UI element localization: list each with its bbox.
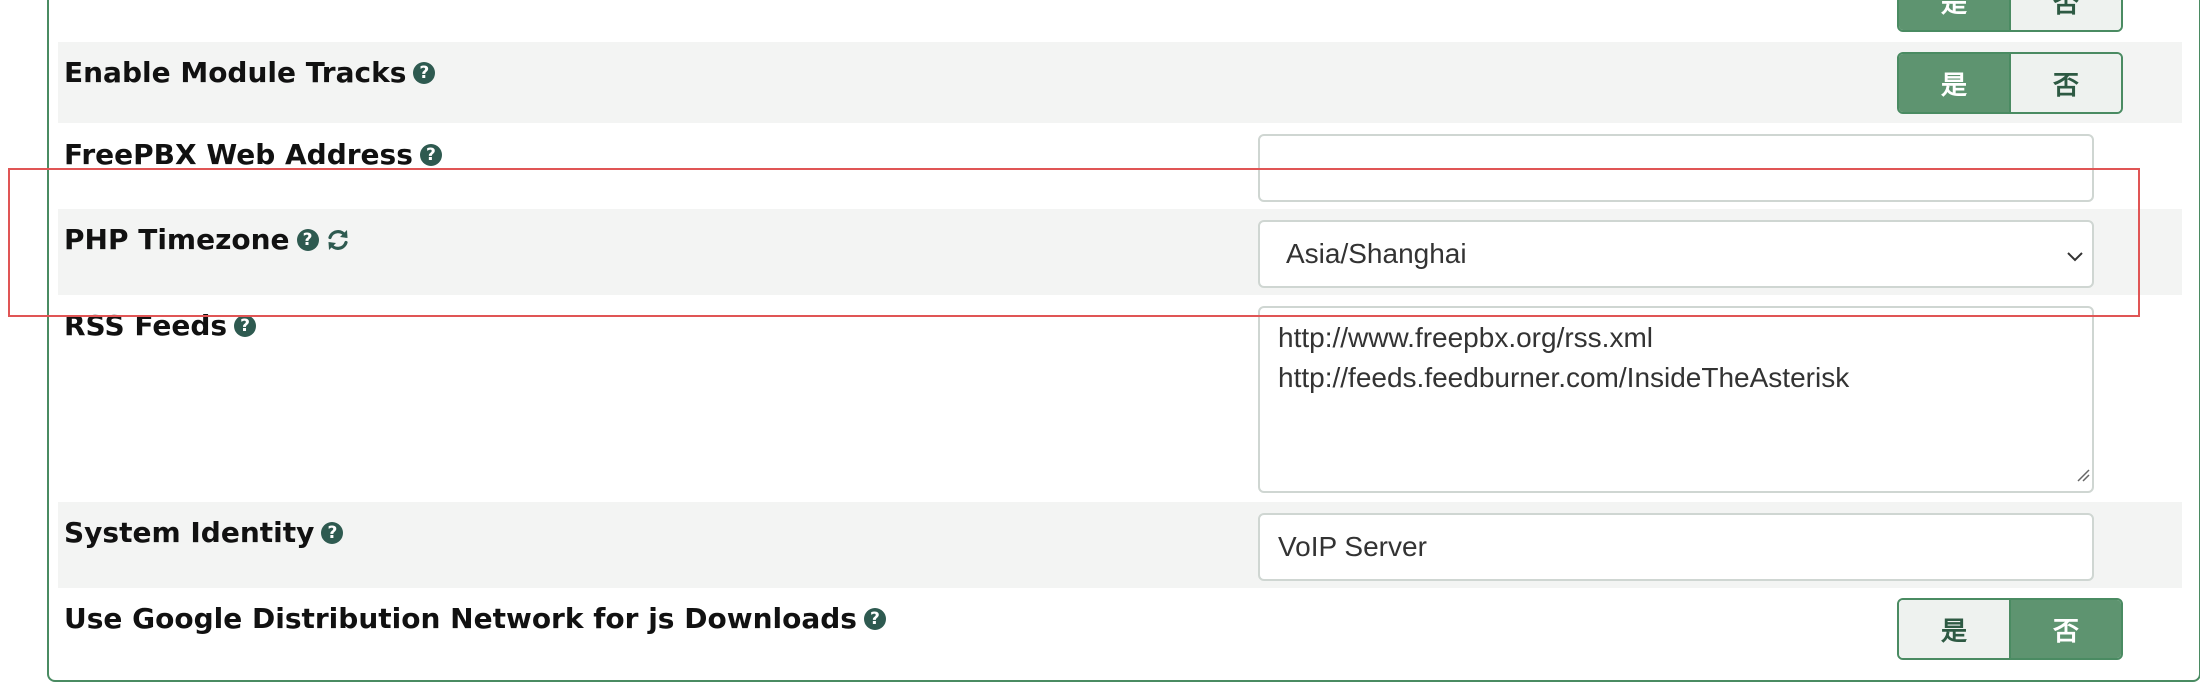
partial-toggle-no[interactable]: 否 <box>2009 0 2121 30</box>
row-google-cdn: Use Google Distribution Network for js D… <box>58 588 2182 672</box>
help-icon[interactable]: ? <box>419 143 442 166</box>
label-text: FreePBX Web Address <box>64 138 413 171</box>
label-google-cdn: Use Google Distribution Network for js D… <box>64 602 886 635</box>
partial-toggle-yes[interactable]: 是 <box>1899 0 2009 30</box>
partial-toggle-group: 是 否 <box>1897 0 2123 32</box>
label-enable-module-tracks: Enable Module Tracks ? <box>64 56 436 89</box>
toggle-enable-module-tracks: 是 否 <box>1897 52 2123 114</box>
help-icon[interactable]: ? <box>863 607 886 630</box>
refresh-icon[interactable] <box>325 227 351 253</box>
row-enable-module-tracks: Enable Module Tracks ? <box>58 42 2182 123</box>
chevron-down-icon <box>2064 242 2086 274</box>
label-text: System Identity <box>64 516 315 549</box>
rss-feed-line: http://feeds.feedburner.com/InsideTheAst… <box>1278 362 1850 393</box>
toggle-google-cdn: 是 否 <box>1897 598 2123 660</box>
label-text: PHP Timezone <box>64 223 290 256</box>
toggle-no-button[interactable]: 否 <box>2009 600 2121 658</box>
select-value: Asia/Shanghai <box>1286 238 1467 269</box>
label-text: Use Google Distribution Network for js D… <box>64 602 857 635</box>
label-php-timezone: PHP Timezone ? <box>64 223 351 256</box>
toggle-yes-button[interactable]: 是 <box>1899 54 2009 112</box>
rss-feeds-textarea[interactable]: http://www.freepbx.org/rss.xml http://fe… <box>1258 306 2094 493</box>
label-system-identity: System Identity ? <box>64 516 344 549</box>
php-timezone-select[interactable]: Asia/Shanghai <box>1258 220 2094 288</box>
settings-page: 是 否 Enable Module Tracks ? 是 否 FreePBX W… <box>0 0 2200 688</box>
rss-feed-line: http://www.freepbx.org/rss.xml <box>1278 322 1654 353</box>
label-text: Enable Module Tracks <box>64 56 407 89</box>
freepbx-web-address-input[interactable] <box>1258 134 2094 202</box>
system-identity-input[interactable]: VoIP Server <box>1258 513 2094 581</box>
help-icon[interactable]: ? <box>234 314 257 337</box>
resize-handle-icon[interactable] <box>2076 457 2090 489</box>
input-value: VoIP Server <box>1278 531 1427 562</box>
help-icon[interactable]: ? <box>321 521 344 544</box>
label-rss-feeds: RSS Feeds ? <box>64 309 257 342</box>
toggle-no-button[interactable]: 否 <box>2009 54 2121 112</box>
label-text: RSS Feeds <box>64 309 228 342</box>
help-icon[interactable]: ? <box>413 61 436 84</box>
label-freepbx-web-address: FreePBX Web Address ? <box>64 138 442 171</box>
help-icon[interactable]: ? <box>296 228 319 251</box>
toggle-yes-button[interactable]: 是 <box>1899 600 2009 658</box>
